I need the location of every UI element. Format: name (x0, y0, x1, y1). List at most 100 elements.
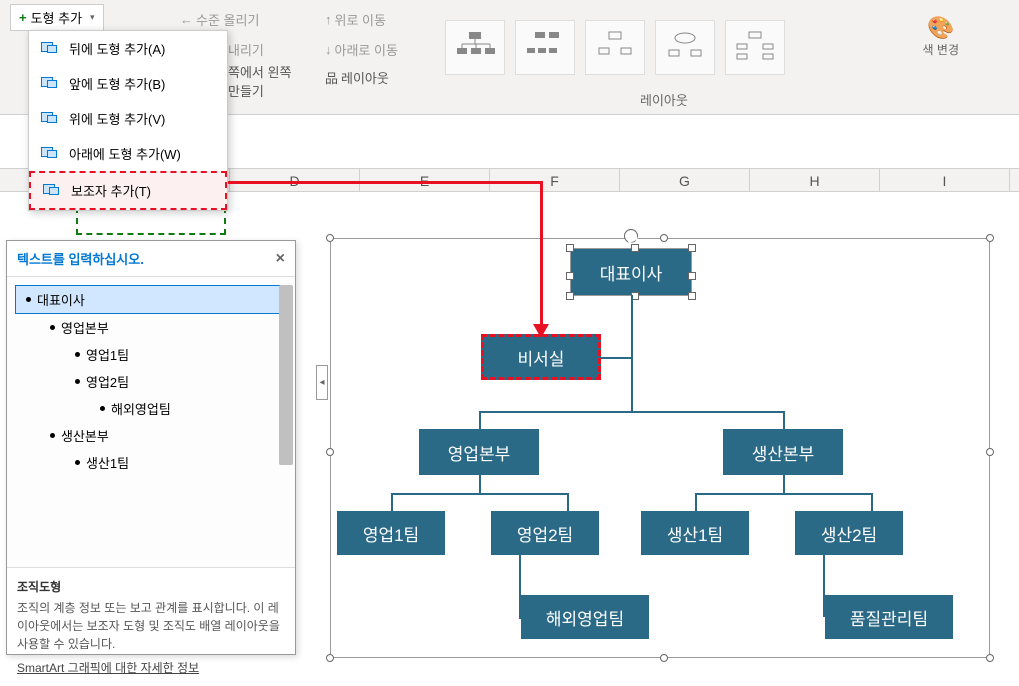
connector (391, 493, 567, 495)
resize-handle[interactable] (566, 244, 574, 252)
connector (391, 493, 393, 511)
shape-icon (43, 184, 61, 198)
org-box-dept1[interactable]: 영업본부 (419, 429, 539, 475)
layout-preview-icon (665, 30, 705, 65)
text-pane-header: 텍스트를 입력하십시오. × (7, 241, 295, 277)
text-pane-toggle[interactable]: ◂ (316, 365, 328, 400)
annotation-arrow (228, 181, 543, 184)
scrollbar[interactable] (279, 285, 293, 465)
tree-item[interactable]: 영업1팀 (15, 341, 287, 368)
org-box-assistant[interactable]: 비서실 (481, 334, 601, 380)
resize-handle[interactable] (688, 244, 696, 252)
resize-handle[interactable] (688, 292, 696, 300)
layout-option-2[interactable] (515, 20, 575, 75)
org-box-sub2[interactable]: 품질관리팀 (825, 595, 953, 639)
resize-handle[interactable] (986, 234, 994, 242)
org-box-team2[interactable]: 영업2팀 (491, 511, 599, 555)
col-header[interactable]: I (880, 169, 1010, 191)
add-shape-below[interactable]: 아래에 도형 추가(W) (29, 136, 227, 171)
connector (567, 493, 569, 511)
bullet-icon (75, 352, 80, 357)
resize-handle[interactable] (986, 654, 994, 662)
layout-preview-icon (455, 30, 495, 65)
level-down-button: 내리기 (228, 40, 264, 59)
selected-cell-outline (76, 207, 226, 235)
layout-option-4[interactable] (655, 20, 715, 75)
add-shape-dropdown: 뒤에 도형 추가(A) 앞에 도형 추가(B) 위에 도형 추가(V) 아래에 … (28, 30, 228, 211)
tree-item[interactable]: 생산본부 (15, 422, 287, 449)
layout-icon: 品 (325, 68, 338, 87)
col-header[interactable]: E (360, 169, 490, 191)
arrow-left-icon: ← (180, 12, 193, 27)
layout-option-1[interactable] (445, 20, 505, 75)
smartart-container[interactable]: 대표이사 ↻ 비서실 영업본부 생산본부 영업1팀 영업2팀 해외영업팀 생산1… (330, 238, 990, 658)
shape-icon (41, 112, 59, 126)
bullet-icon (100, 406, 105, 411)
tree-item[interactable]: 영업2팀 (15, 368, 287, 395)
resize-handle[interactable] (631, 244, 639, 252)
plus-icon: + (19, 10, 27, 25)
bullet-icon (75, 379, 80, 384)
connector (871, 493, 873, 511)
resize-handle[interactable] (326, 654, 334, 662)
text-pane-footer: 조직도형 조직의 계층 정보 또는 보고 관계를 표시합니다. 이 레이아웃에서… (7, 567, 295, 686)
layout-section-label: 레이아웃 (640, 90, 688, 109)
add-shape-after[interactable]: 뒤에 도형 추가(A) (29, 31, 227, 66)
add-shape-above[interactable]: 위에 도형 추가(V) (29, 101, 227, 136)
bullet-icon (26, 297, 31, 302)
layout-preview-icon (735, 30, 775, 65)
add-shape-label: 도형 추가 (31, 8, 82, 27)
resize-handle[interactable] (326, 448, 334, 456)
rotation-handle[interactable]: ↻ (624, 229, 638, 243)
bullet-icon (50, 325, 55, 330)
org-box-dept2[interactable]: 생산본부 (723, 429, 843, 475)
resize-handle[interactable] (986, 448, 994, 456)
connector (479, 411, 481, 429)
close-icon[interactable]: × (276, 250, 285, 268)
tree-item-ceo[interactable]: 대표이사 (15, 285, 287, 314)
resize-handle[interactable] (660, 654, 668, 662)
layout-preview-icon (595, 30, 635, 65)
col-header[interactable]: G (620, 169, 750, 191)
text-pane-body[interactable]: 대표이사 영업본부 영업1팀 영업2팀 해외영업팀 생산본부 생산1팀 (7, 277, 295, 567)
level-up-button: ← 수준 올리기 (180, 10, 259, 29)
resize-handle[interactable] (566, 292, 574, 300)
org-box-team1[interactable]: 영업1팀 (337, 511, 445, 555)
col-header[interactable]: H (750, 169, 880, 191)
tree-item[interactable]: 영업본부 (15, 314, 287, 341)
connector (695, 493, 697, 511)
color-change-button[interactable]: 🎨 색 변경 (923, 15, 959, 58)
col-header[interactable]: F (490, 169, 620, 191)
resize-handle[interactable] (326, 234, 334, 242)
move-up-button: ↑ 위로 이동 (325, 10, 386, 29)
connector (695, 493, 871, 495)
connector (631, 295, 633, 413)
smartart-info-link[interactable]: SmartArt 그래픽에 대한 자세한 정보 (17, 659, 285, 676)
rtl-button[interactable]: 쪽에서 왼쪽 만들기 (228, 62, 291, 100)
resize-handle[interactable] (660, 234, 668, 242)
shape-icon (41, 77, 59, 91)
org-box-sub1[interactable]: 해외영업팀 (521, 595, 649, 639)
resize-handle[interactable] (688, 272, 696, 280)
palette-icon: 🎨 (923, 15, 959, 41)
org-box-team3[interactable]: 생산1팀 (641, 511, 749, 555)
org-box-ceo[interactable]: 대표이사 ↻ (571, 249, 691, 295)
annotation-arrow (540, 181, 543, 326)
tree-item[interactable]: 해외영업팀 (15, 395, 287, 422)
add-shape-before[interactable]: 앞에 도형 추가(B) (29, 66, 227, 101)
arrow-up-icon: ↑ (325, 12, 332, 27)
connector (479, 411, 785, 413)
move-down-button: ↓ 아래로 이동 (325, 40, 398, 59)
layout-preview-icon (525, 30, 565, 65)
arrow-down-icon: ↓ (325, 42, 332, 57)
tree-item[interactable]: 생산1팀 (15, 449, 287, 476)
resize-handle[interactable] (566, 272, 574, 280)
layout-button[interactable]: 品 레이아웃 (325, 68, 389, 87)
connector (783, 475, 785, 493)
col-header[interactable]: D (230, 169, 360, 191)
layout-option-5[interactable] (725, 20, 785, 75)
add-shape-button[interactable]: + 도형 추가 ▾ (10, 4, 104, 31)
org-box-team4[interactable]: 생산2팀 (795, 511, 903, 555)
layout-option-3[interactable] (585, 20, 645, 75)
add-assistant[interactable]: 보조자 추가(T) (29, 171, 227, 210)
